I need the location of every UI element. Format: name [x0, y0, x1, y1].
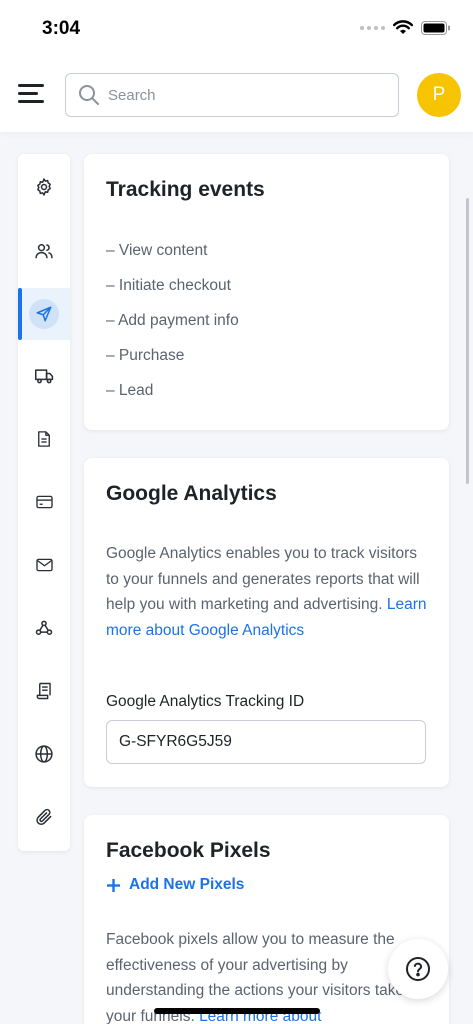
send-icon — [36, 306, 52, 322]
webhook-icon — [35, 620, 53, 635]
search-input[interactable] — [108, 86, 378, 104]
add-new-pixels-label: Add New Pixels — [129, 876, 245, 893]
plus-icon — [107, 878, 120, 892]
event-item: – Initiate checkout — [106, 277, 231, 294]
sidebar-item-shipping[interactable] — [18, 350, 70, 402]
sidebar-item-attachments[interactable] — [18, 791, 70, 843]
scrollbar[interactable] — [466, 198, 469, 484]
event-item: – View content — [106, 242, 208, 259]
sidebar-item-tracking[interactable] — [18, 288, 70, 340]
sidebar-item-domains[interactable] — [18, 728, 70, 780]
globe-icon — [35, 745, 53, 763]
credit-card-icon — [35, 495, 53, 509]
event-item: – Purchase — [106, 347, 185, 364]
wifi-icon — [393, 20, 413, 34]
avatar[interactable]: P — [417, 73, 461, 117]
help-button[interactable] — [388, 939, 448, 999]
home-indicator — [154, 1008, 320, 1014]
tracking-id-label: Google Analytics Tracking ID — [106, 693, 305, 710]
facebook-pixels-title: Facebook Pixels — [106, 839, 271, 862]
google-analytics-card: Google Analytics Google Analytics enable… — [84, 458, 449, 787]
event-item: – Add payment info — [106, 312, 239, 329]
app-header: P — [0, 60, 473, 132]
sidebar-item-documents[interactable] — [18, 413, 70, 465]
tracking-id-field[interactable]: G-SFYR6G5J59 — [106, 720, 426, 764]
google-analytics-title: Google Analytics — [106, 482, 277, 505]
paperclip-icon — [36, 808, 52, 826]
search-icon — [79, 85, 99, 105]
sidebar-item-payments[interactable] — [18, 476, 70, 528]
question-icon — [406, 957, 430, 981]
users-icon — [35, 244, 53, 259]
battery-icon — [421, 20, 450, 35]
google-analytics-description: Google Analytics enables you to track vi… — [106, 541, 431, 644]
sidebar-item-users[interactable] — [18, 225, 70, 277]
tracking-events-card: Tracking events – View content – Initiat… — [84, 154, 449, 430]
event-item: – Lead — [106, 382, 154, 399]
mail-icon — [35, 558, 53, 572]
sidebar-item-invoices[interactable] — [18, 665, 70, 717]
document-icon — [38, 431, 50, 447]
receipt-icon — [36, 682, 51, 700]
gear-icon — [37, 178, 51, 196]
sidebar-item-email[interactable] — [18, 539, 70, 591]
facebook-pixels-card: Facebook Pixels Add New Pixels Facebook … — [84, 815, 449, 1024]
truck-icon — [34, 369, 53, 384]
tracking-events-title: Tracking events — [106, 178, 265, 201]
sidebar-item-webhooks[interactable] — [18, 602, 70, 654]
sidebar-item-settings[interactable] — [18, 161, 70, 213]
status-bar: 3:04 — [0, 0, 473, 60]
add-new-pixels-button[interactable]: Add New Pixels — [106, 876, 244, 894]
search-box[interactable] — [65, 73, 399, 117]
signal-icon — [360, 25, 385, 30]
hamburger-menu-icon[interactable] — [18, 82, 46, 106]
status-icons — [360, 20, 451, 35]
status-time: 3:04 — [42, 18, 81, 39]
sidebar — [18, 154, 70, 851]
google-analytics-description-text: Google Analytics enables you to track vi… — [106, 545, 420, 614]
